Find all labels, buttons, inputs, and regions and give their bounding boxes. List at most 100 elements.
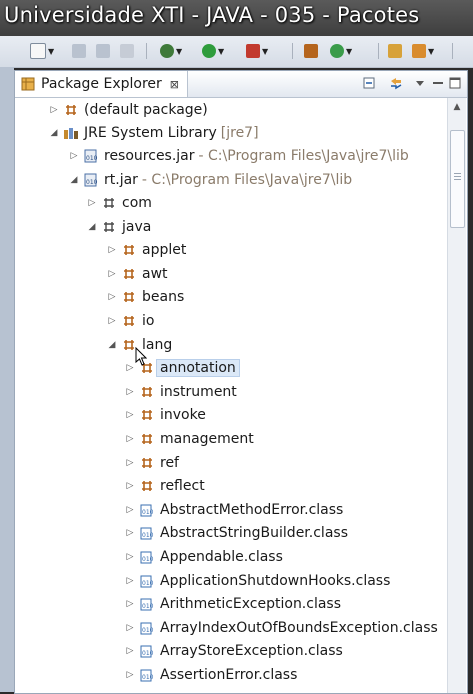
jar-icon: 010: [84, 149, 98, 163]
new-wizard-button[interactable]: ▼: [30, 42, 54, 60]
thumb-grip: [454, 179, 461, 180]
package-tree: ▷ (default package) ◢ JRE System Library…: [15, 98, 447, 693]
expand-arrow-icon[interactable]: ▷: [125, 528, 135, 538]
svg-text:010: 010: [86, 179, 98, 186]
tree-item-package[interactable]: ▷ io: [15, 310, 447, 332]
debug-button[interactable]: ▼: [160, 42, 182, 60]
save-all-button[interactable]: [96, 42, 110, 60]
new-class-button[interactable]: ▼: [330, 42, 352, 60]
tree-item-label: java: [122, 219, 152, 235]
main-toolbar: ▼ ▼ ▼ ▼ ▼ ▼: [0, 36, 473, 68]
tree-item-label: annotation: [156, 359, 240, 377]
tree-item-class-file[interactable]: ▷ 010 Appendable.class: [15, 546, 447, 568]
minimize-icon[interactable]: [431, 76, 445, 90]
new-class-icon: [330, 44, 344, 58]
tree-item-package-lang[interactable]: ◢ lang: [15, 334, 447, 356]
expand-arrow-icon[interactable]: ▷: [125, 387, 135, 397]
view-menu-icon[interactable]: [413, 76, 427, 90]
link-with-editor-icon[interactable]: [389, 76, 403, 90]
scrollbar-thumb[interactable]: [450, 130, 465, 228]
expand-arrow-icon[interactable]: ▷: [125, 410, 135, 420]
tree-item-subpackage[interactable]: ▷ annotation: [15, 357, 447, 379]
maximize-icon[interactable]: [448, 76, 462, 90]
tree-item-label: AssertionError.class: [160, 667, 298, 683]
tree-item-label: resources.jar: [104, 148, 195, 164]
collapse-arrow-icon[interactable]: ◢: [107, 340, 117, 350]
expand-arrow-icon[interactable]: ▷: [125, 505, 135, 515]
scroll-up-icon[interactable]: ▲: [452, 102, 462, 112]
folder-icon: [388, 44, 402, 58]
save-button[interactable]: [72, 42, 86, 60]
tree-item-label: ref: [160, 455, 179, 471]
package-explorer-icon: [21, 77, 35, 91]
expand-arrow-icon[interactable]: ▷: [125, 434, 135, 444]
collapse-arrow-icon[interactable]: ◢: [69, 175, 79, 185]
tree-item-label: ArrayIndexOutOfBoundsException.class: [160, 620, 438, 636]
expand-arrow-icon[interactable]: ▷: [49, 105, 59, 115]
toolbar-separator: [292, 43, 293, 59]
expand-arrow-icon[interactable]: ▷: [69, 151, 79, 161]
run-button[interactable]: ▼: [202, 42, 224, 60]
svg-text:010: 010: [142, 556, 154, 563]
tree-item-label: applet: [142, 242, 187, 258]
new-package-button[interactable]: [304, 42, 318, 60]
tree-item-subpackage[interactable]: ▷ instrument: [15, 381, 447, 403]
close-icon[interactable]: ⊠: [170, 78, 179, 91]
tree-item-label: awt: [142, 266, 168, 282]
tree-item-class-file[interactable]: ▷ 010 ApplicationShutdownHooks.class: [15, 570, 447, 592]
tree-item-com[interactable]: ▷ com: [15, 192, 447, 214]
tab-package-explorer[interactable]: Package Explorer ⊠: [15, 71, 188, 97]
expand-arrow-icon[interactable]: ▷: [125, 623, 135, 633]
package-icon: [104, 222, 114, 232]
tree-item-class-file[interactable]: ▷ 010 ArrayIndexOutOfBoundsException.cla…: [15, 617, 447, 639]
expand-arrow-icon[interactable]: ▷: [107, 269, 117, 279]
chevron-down-icon: ▼: [48, 46, 55, 56]
tree-item-class-file[interactable]: ▷ 010 ArithmeticException.class: [15, 593, 447, 615]
package-icon: [142, 458, 152, 468]
tree-item-subpackage[interactable]: ▷ management: [15, 428, 447, 450]
tree-item-subpackage[interactable]: ▷ ref: [15, 452, 447, 474]
expand-arrow-icon[interactable]: ▷: [125, 599, 135, 609]
expand-arrow-icon[interactable]: ▷: [107, 245, 117, 255]
tree-item-rt-jar[interactable]: ◢ 010 rt.jar - C:\Program Files\Java\jre…: [15, 169, 447, 191]
tab-label: Package Explorer: [41, 76, 162, 92]
tree-item-subpackage[interactable]: ▷ reflect: [15, 475, 447, 497]
tree-item-java[interactable]: ◢ java: [15, 216, 447, 238]
open-type-button[interactable]: [388, 42, 402, 60]
expand-arrow-icon[interactable]: ▷: [107, 292, 117, 302]
package-icon: [124, 245, 134, 255]
svg-text:010: 010: [142, 580, 154, 587]
expand-arrow-icon[interactable]: ▷: [107, 316, 117, 326]
tree-item-label: io: [142, 313, 155, 329]
tree-item-resources-jar[interactable]: ▷ 010 resources.jar - C:\Program Files\J…: [15, 145, 447, 167]
search-button[interactable]: ▼: [412, 42, 434, 60]
expand-arrow-icon[interactable]: ▷: [125, 363, 135, 373]
tree-item-package[interactable]: ▷ awt: [15, 263, 447, 285]
tree-item-jre-system-library[interactable]: ◢ JRE System Library [jre7]: [15, 122, 447, 144]
class-file-icon: 010: [140, 622, 154, 635]
expand-arrow-icon[interactable]: ▷: [125, 458, 135, 468]
tree-item-subpackage[interactable]: ▷ invoke: [15, 404, 447, 426]
collapse-all-icon[interactable]: [363, 76, 377, 90]
thumb-grip: [454, 173, 461, 174]
tree-item-default-package[interactable]: ▷ (default package): [15, 99, 447, 121]
tree-item-label: invoke: [160, 407, 206, 423]
print-button[interactable]: [120, 42, 134, 60]
vertical-scrollbar[interactable]: ▲: [447, 98, 466, 693]
external-tools-button[interactable]: ▼: [246, 42, 268, 60]
svg-text:010: 010: [142, 674, 154, 681]
collapse-arrow-icon[interactable]: ◢: [49, 128, 59, 138]
tree-item-class-file[interactable]: ▷ 010 AbstractMethodError.class: [15, 499, 447, 521]
expand-arrow-icon[interactable]: ▷: [125, 670, 135, 680]
expand-arrow-icon[interactable]: ▷: [125, 481, 135, 491]
tree-item-class-file[interactable]: ▷ 010 ArrayStoreException.class: [15, 640, 447, 662]
tree-item-package[interactable]: ▷ applet: [15, 239, 447, 261]
tree-item-class-file[interactable]: ▷ 010 AssertionError.class: [15, 664, 447, 686]
expand-arrow-icon[interactable]: ▷: [125, 576, 135, 586]
tree-item-package[interactable]: ▷ beans: [15, 286, 447, 308]
expand-arrow-icon[interactable]: ▷: [87, 198, 97, 208]
expand-arrow-icon[interactable]: ▷: [125, 552, 135, 562]
tree-item-class-file[interactable]: ▷ 010 AbstractStringBuilder.class: [15, 522, 447, 544]
expand-arrow-icon[interactable]: ▷: [125, 646, 135, 656]
collapse-arrow-icon[interactable]: ◢: [87, 222, 97, 232]
